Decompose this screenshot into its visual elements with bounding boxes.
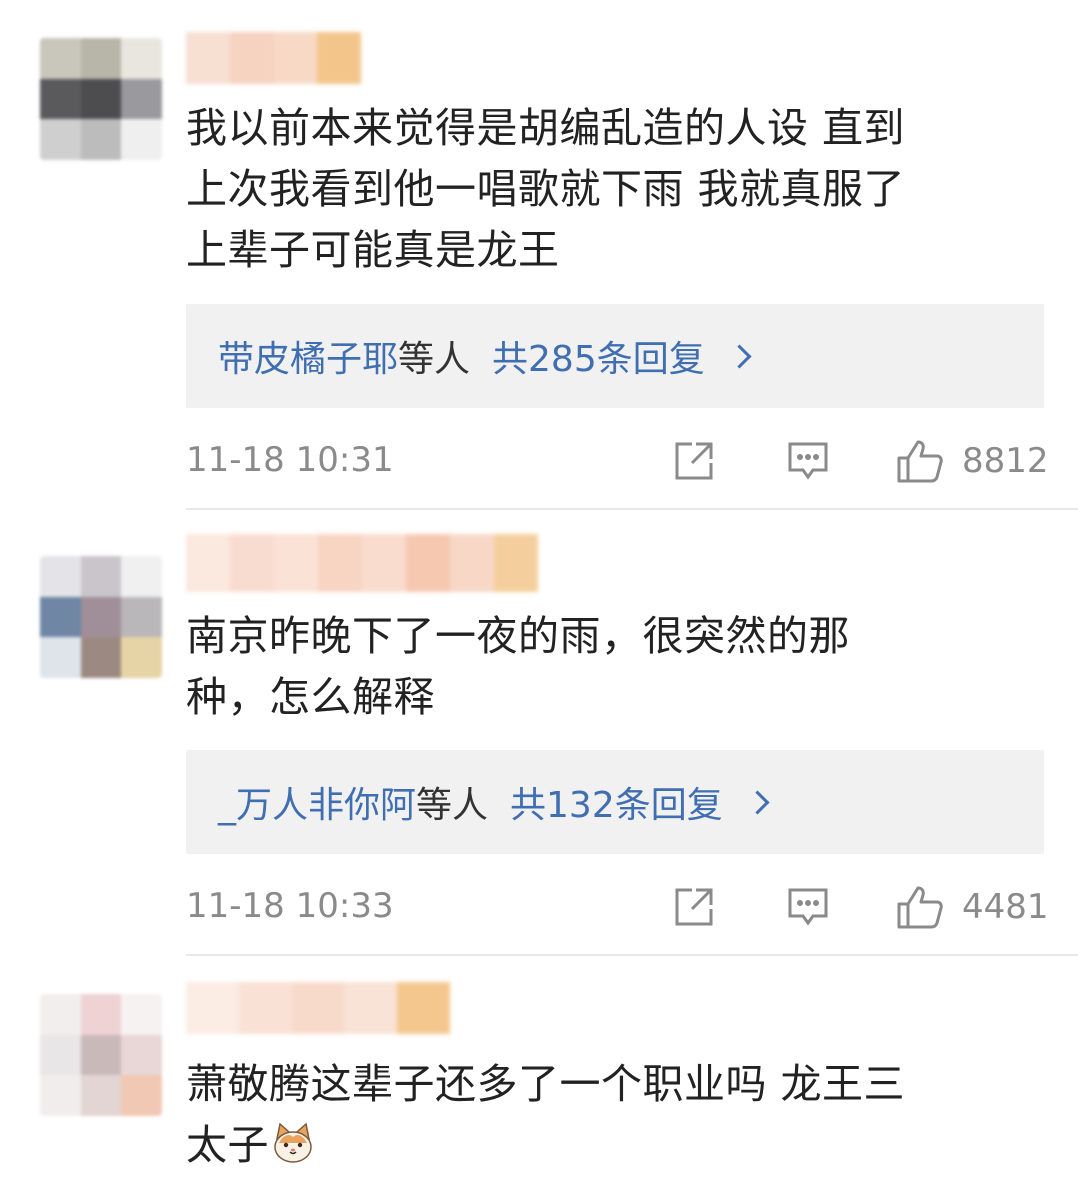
comment-button[interactable] — [786, 436, 830, 486]
comment-line: 萧敬腾这辈子还多了一个职业吗 龙王三 — [186, 1060, 906, 1108]
comment-icon — [788, 888, 828, 926]
timestamp: 11-18 10:31 — [186, 440, 394, 480]
divider — [186, 954, 1078, 956]
comment-line: 南京昨晚下了一夜的雨，很突然的那 — [186, 612, 850, 660]
username-blurred[interactable] — [186, 534, 538, 592]
reply-suffix: 等人 — [416, 785, 489, 826]
chevron-right-icon — [727, 343, 752, 369]
comment-line: 种，怎么解释 — [186, 673, 435, 721]
thumbs-up-icon — [897, 440, 943, 483]
avatar[interactable] — [40, 556, 162, 678]
comment-button[interactable] — [786, 882, 830, 932]
reply-count: 共285条回复 — [492, 339, 705, 380]
like-button[interactable]: 4481 — [896, 882, 1049, 932]
username-blurred[interactable] — [186, 32, 361, 84]
comment-icon — [788, 442, 828, 480]
like-button[interactable]: 8812 — [896, 436, 1049, 486]
reply-names[interactable]: 带皮橘子耶 — [218, 330, 398, 382]
share-button[interactable] — [672, 882, 716, 932]
comment-line: 太子 — [186, 1121, 269, 1169]
share-icon — [675, 442, 713, 480]
comment-line: 我以前本来觉得是胡编乱造的人设 直到 — [186, 104, 906, 152]
divider — [186, 508, 1078, 510]
comment-text: 萧敬腾这辈子还多了一个职业吗 龙王三 太子 — [186, 1054, 1026, 1176]
chevron-right-icon — [745, 789, 770, 815]
comment-line: 上辈子可能真是龙王 — [186, 226, 560, 274]
reply-suffix: 等人 — [398, 339, 471, 380]
comment-meta: 11-18 10:33 4481 — [186, 882, 1049, 932]
timestamp: 11-18 10:33 — [186, 886, 394, 926]
comment-meta: 11-18 10:31 8812 — [186, 436, 1049, 486]
comment-text: 我以前本来觉得是胡编乱造的人设 直到 上次我看到他一唱歌就下雨 我就真服了 上辈… — [186, 98, 1026, 281]
replies-button[interactable]: 带皮橘子耶 等人 共285条回复 — [186, 304, 1044, 408]
avatar[interactable] — [40, 994, 162, 1116]
comment-text: 南京昨晚下了一夜的雨，很突然的那 种，怎么解释 — [186, 606, 1026, 728]
reply-count: 共132条回复 — [510, 785, 723, 826]
share-icon — [675, 888, 713, 926]
avatar[interactable] — [40, 38, 162, 160]
like-count: 4481 — [962, 887, 1049, 927]
reply-names[interactable]: _万人非你阿 — [218, 776, 416, 828]
share-button[interactable] — [672, 436, 716, 486]
username-blurred[interactable] — [186, 982, 450, 1034]
comment-line: 上次我看到他一唱歌就下雨 我就真服了 — [186, 165, 906, 213]
cat-face-emoji — [274, 1122, 312, 1163]
like-count: 8812 — [962, 441, 1049, 481]
replies-button[interactable]: _万人非你阿 等人 共132条回复 — [186, 750, 1044, 854]
thumbs-up-icon — [897, 886, 943, 929]
